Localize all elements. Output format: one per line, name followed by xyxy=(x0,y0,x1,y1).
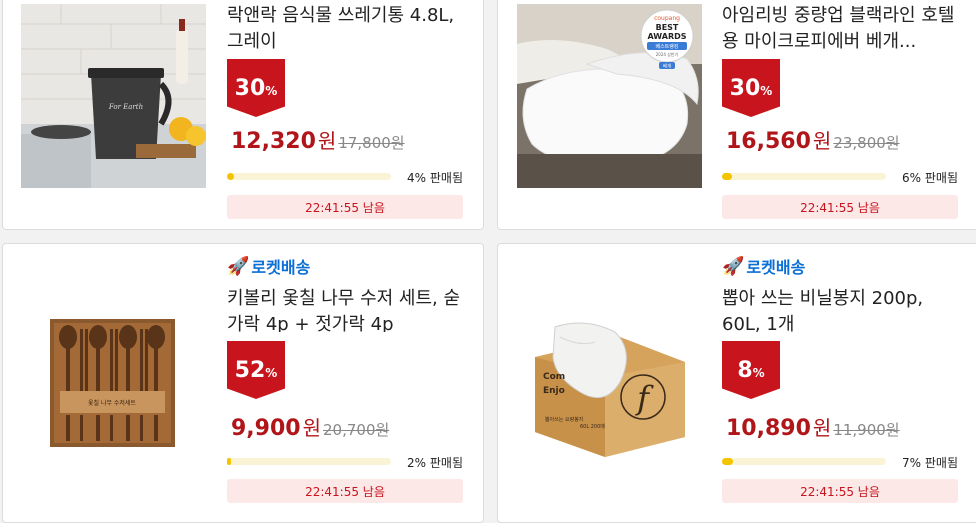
discount-unit: % xyxy=(752,366,765,380)
box-text-1: Com xyxy=(543,372,565,382)
original-price: 11,900원 xyxy=(833,421,900,439)
discount-badge: 52% xyxy=(227,341,285,399)
product-title[interactable]: 키볼리 옻칠 나무 수저 세트, 숟가락 4p + 젓가락 4p xyxy=(227,286,463,332)
price-row: 10,890 원 11,900원 xyxy=(726,412,900,441)
rocket-delivery-label: 로켓배송 xyxy=(251,258,311,277)
discount-value: 52 xyxy=(234,357,266,383)
sale-price: 10,890 xyxy=(726,416,811,441)
discount-unit: % xyxy=(265,84,278,98)
product-title[interactable]: 뽑아 쓰는 비닐봉지 200p, 60L, 1개 xyxy=(722,286,958,332)
product-card[interactable]: 옻칠 나무 수저세트 🚀 로켓배송 키볼리 옻칠 나무 수저 세트, 숟가락 4… xyxy=(2,243,484,523)
currency-label: 원 xyxy=(812,129,832,153)
countdown-timer: 22:41:55 남음 xyxy=(722,479,958,503)
currency-label: 원 xyxy=(812,416,832,440)
discount-badge: 30% xyxy=(722,59,780,117)
award-line2: AWARDS xyxy=(647,32,686,41)
box-text-3: 뽑아쓰는 요량봉지 xyxy=(545,416,583,423)
rocket-delivery-label: 로켓배송 xyxy=(746,258,806,277)
product-card[interactable]: Com Enjo 뽑아쓰는 요량봉지 60L 200매 f 🚀 로켓배송 뽑아 … xyxy=(497,243,976,523)
currency-label: 원 xyxy=(302,416,321,440)
award-brand: coupang xyxy=(654,15,680,22)
box-text-2: Enjo xyxy=(543,386,565,396)
sold-percent: 6% 판매됨 xyxy=(902,171,958,185)
price-row: 12,320 원 17,800원 xyxy=(231,125,405,154)
discount-value: 30 xyxy=(234,75,266,101)
product-title[interactable]: 아임리빙 중량업 블랙라인 호텔용 마이크로피에버 베개... xyxy=(722,3,958,55)
discount-value: 30 xyxy=(729,75,761,101)
box-text-4: 60L 200매 xyxy=(580,423,605,430)
discount-unit: % xyxy=(265,366,278,380)
sold-percent: 7% 판매됨 xyxy=(902,456,958,470)
trash-bin-image: For Earth xyxy=(21,4,206,188)
award-line1: BEST xyxy=(656,23,679,32)
sold-percent: 2% 판매됨 xyxy=(407,456,463,470)
sale-price: 9,900 xyxy=(231,416,301,441)
sales-progress-bar xyxy=(227,173,391,180)
spoon-set-image: 옻칠 나무 수저세트 xyxy=(50,319,175,447)
discount-badge: 8% xyxy=(722,341,780,399)
discount-badge: 30% xyxy=(227,59,285,117)
pillow-image: coupang BEST AWARDS 베스트랭킹 2024 상반기 베개 xyxy=(517,4,702,188)
product-card[interactable]: coupang BEST AWARDS 베스트랭킹 2024 상반기 베개 아임… xyxy=(497,0,976,230)
rocket-delivery-badge: 🚀 로켓배송 xyxy=(227,254,310,278)
award-line3: 베스트랭킹 xyxy=(655,43,678,50)
price-row: 16,560 원 23,800원 xyxy=(726,125,900,154)
svg-text:For Earth: For Earth xyxy=(108,103,143,111)
price-row: 9,900 원 20,700원 xyxy=(231,412,389,441)
product-image[interactable]: 옻칠 나무 수저세트 xyxy=(50,319,175,447)
sales-progress-bar xyxy=(227,458,391,465)
original-price: 20,700원 xyxy=(323,421,390,439)
sales-progress-fill xyxy=(227,458,231,465)
countdown-timer: 22:41:55 남음 xyxy=(227,195,463,219)
sale-price: 16,560 xyxy=(726,129,811,154)
rocket-icon: 🚀 xyxy=(722,255,745,277)
product-title[interactable]: 락앤락 음식물 쓰레기통 4.8L, 그레이 xyxy=(227,3,463,55)
sold-percent: 4% 판매됨 xyxy=(407,171,463,185)
product-image[interactable]: Com Enjo 뽑아쓰는 요량봉지 60L 200매 f xyxy=(525,317,690,457)
sale-price: 12,320 xyxy=(231,129,316,154)
product-image[interactable]: coupang BEST AWARDS 베스트랭킹 2024 상반기 베개 xyxy=(517,4,702,188)
award-line5: 베개 xyxy=(663,63,671,70)
sales-progress-fill xyxy=(722,173,732,180)
product-card[interactable]: For Earth 락앤락 음식물 쓰레기통 4.8L, 그레이 30% 12,… xyxy=(2,0,484,230)
box-label: 옻칠 나무 수저세트 xyxy=(88,399,136,407)
original-price: 23,800원 xyxy=(833,134,900,152)
rocket-icon: 🚀 xyxy=(227,255,250,277)
discount-value: 8 xyxy=(737,357,753,383)
award-line4: 2024 상반기 xyxy=(656,51,679,57)
plastic-bag-box-image: Com Enjo 뽑아쓰는 요량봉지 60L 200매 f xyxy=(525,317,690,457)
original-price: 17,800원 xyxy=(338,134,405,152)
countdown-timer: 22:41:55 남음 xyxy=(722,195,958,219)
currency-label: 원 xyxy=(317,129,337,153)
sales-progress-fill xyxy=(722,458,734,465)
sales-progress-bar xyxy=(722,173,886,180)
product-image[interactable]: For Earth xyxy=(21,4,206,188)
sales-progress-fill xyxy=(227,173,234,180)
discount-unit: % xyxy=(760,84,773,98)
rocket-delivery-badge: 🚀 로켓배송 xyxy=(722,254,805,278)
sales-progress-bar xyxy=(722,458,886,465)
countdown-timer: 22:41:55 남음 xyxy=(227,479,463,503)
